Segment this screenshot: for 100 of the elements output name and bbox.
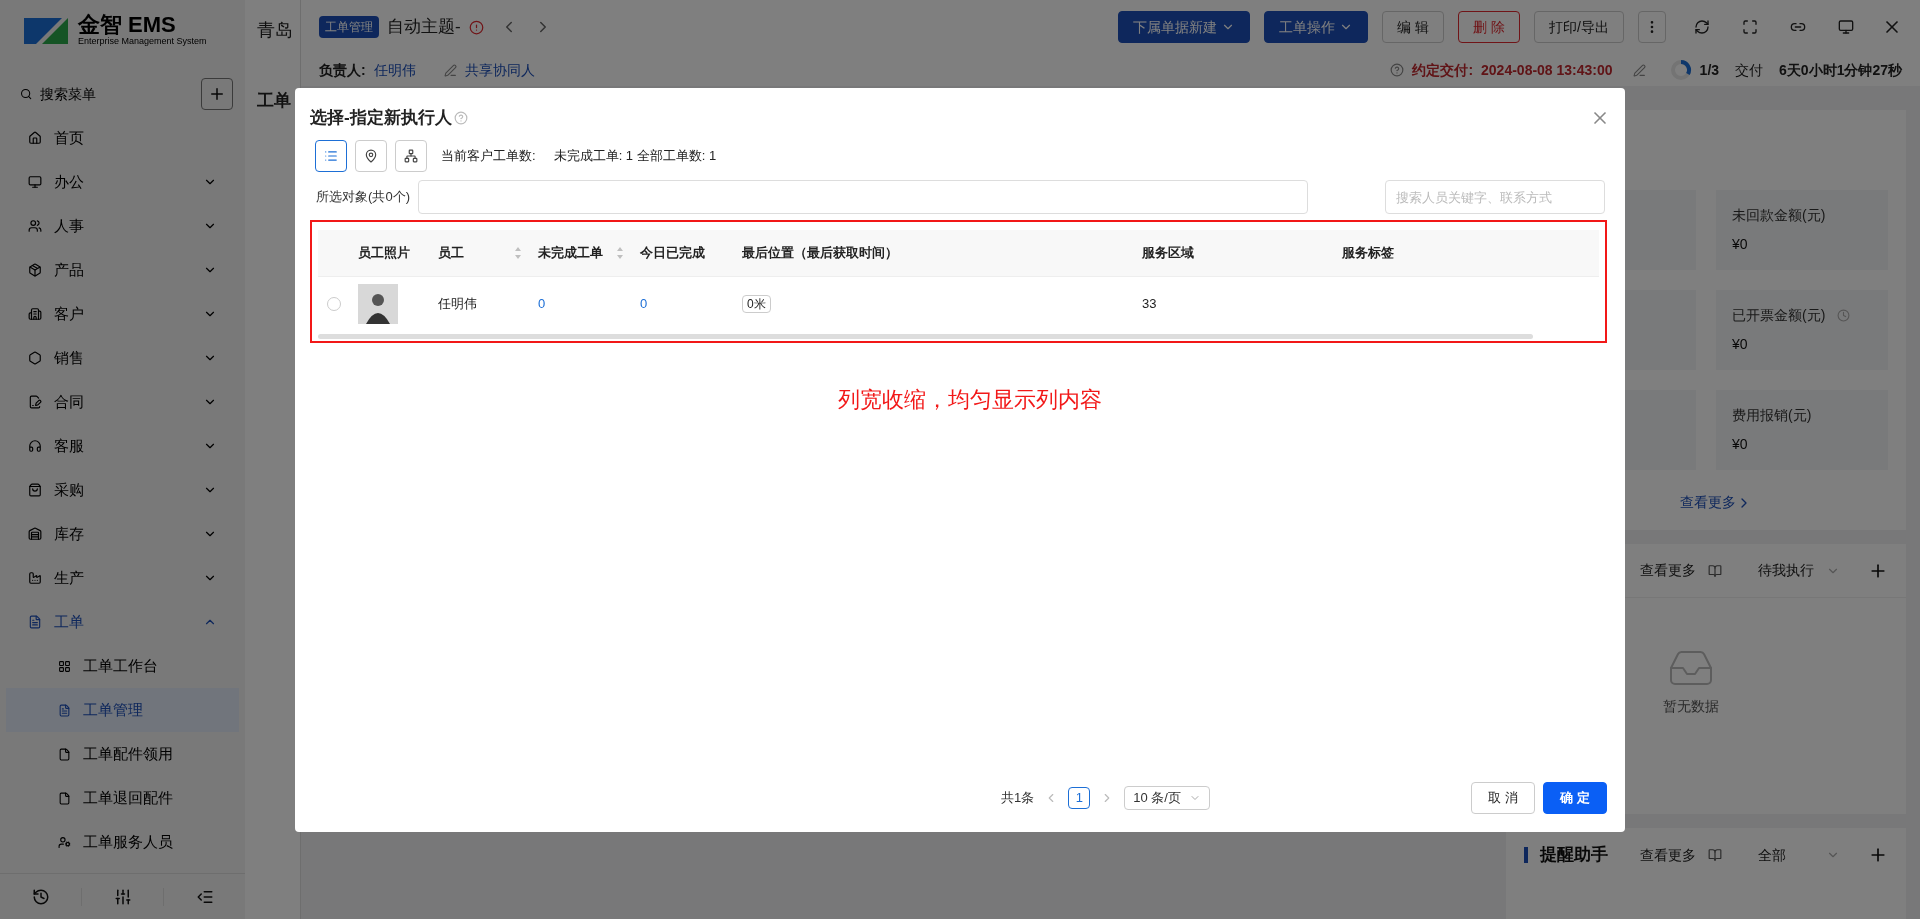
list-icon [324,149,338,163]
add-button[interactable] [201,78,233,110]
selected-field[interactable] [418,180,1308,214]
owner-link[interactable]: 任明伟 [373,59,416,81]
more-link[interactable]: 查看更多 [1640,844,1696,866]
edit-icon [443,63,457,77]
action-button[interactable]: 工单操作 [1264,11,1369,43]
submenu-icon [58,791,71,805]
search-icon [20,87,33,101]
stage-text: 交付 [1735,60,1764,80]
org-chart-icon [404,149,418,163]
progress-ring-icon [1669,59,1692,81]
plus-icon [208,85,226,103]
record-title: 自动主题- [387,16,461,39]
menu-icon [28,219,42,233]
menu-item[interactable]: 合同 [0,380,245,424]
fullscreen-icon[interactable] [1742,19,1758,35]
submenu-item[interactable]: 工单管理 [6,688,239,732]
table-link[interactable]: 0 [530,293,632,314]
history-icon[interactable] [31,887,50,906]
due-date: 2024-08-08 13:43:00 [1481,60,1613,80]
refresh-icon[interactable] [1694,19,1710,35]
action-button[interactable]: 打印/导出 [1534,11,1624,43]
clock-icon [1837,309,1851,322]
empty-text: 暂无数据 [1663,697,1719,716]
menu-icon [28,527,42,541]
submenu-item[interactable]: 工单退回配件 [6,776,239,820]
edit-icon [1632,63,1646,77]
table-cell-text: 任明伟 [437,294,478,313]
submenu-item[interactable]: 工单服务人员 [6,820,239,864]
menu-item[interactable]: 销售 [0,336,245,380]
help-icon [1390,63,1405,77]
alert-icon [468,19,484,35]
dialog-title: 选择-指定新执行人 [310,107,452,130]
menu-item[interactable]: 采购 [0,468,245,512]
table-link[interactable]: 0 [632,293,734,314]
menu-item[interactable]: 人事 [0,204,245,248]
menu-item[interactable]: 库存 [0,512,245,556]
settings-icon[interactable] [113,887,132,906]
stat-value: ¥0 [1732,335,1749,354]
dialog-button[interactable]: 确 定 [1543,782,1607,814]
menu-icon [28,351,42,365]
page-size-select[interactable]: 10 条/页 [1124,786,1210,810]
action-button[interactable]: 下属单据新建 [1118,11,1251,43]
page-title: 工单 [257,90,292,112]
menu-item[interactable]: 办公 [0,160,245,204]
page-button[interactable]: 1 [1068,787,1091,809]
book-icon [1708,848,1722,862]
owner-label: 负责人: [319,60,366,80]
submenu-icon [58,835,71,849]
logo-tagline: Enterprise Management System [78,36,207,48]
filter-select[interactable]: 待我执行 [1758,560,1840,581]
menu-icon [28,395,42,409]
map-pin-icon [364,149,378,163]
table-cell-text: 33 [1141,294,1158,313]
logo-name: 金智 EMS [78,14,177,37]
filter-select[interactable]: 全部 [1758,844,1840,866]
share-link[interactable]: 共享协同人 [464,59,535,81]
view-toggle[interactable] [315,140,347,172]
column-header: 服务标签 [1341,244,1395,263]
book-icon [1708,563,1722,578]
column-header[interactable]: 员工 [430,243,530,263]
search-field[interactable]: 搜索人员关键字、联系方式 [1385,180,1605,214]
horizontal-scrollbar[interactable] [318,334,1533,339]
column-header[interactable]: 未完成工单 [530,243,632,263]
column-header: 员工照片 [357,244,411,263]
menu-item[interactable]: 首页 [0,116,245,160]
monitor-icon[interactable] [1838,19,1854,35]
module-tag: 工单管理 [319,16,379,38]
more-link[interactable]: 查看更多 [1680,492,1752,513]
total-count: 共1条 [1001,789,1035,808]
due-label: 约定交付: [1412,60,1474,80]
distance-tag: 0米 [742,294,771,313]
submenu-item[interactable]: 工单配件领用 [6,732,239,776]
column-header: 服务区域 [1141,244,1195,263]
elapsed-time: 6天0小时1分钟27秒 [1779,60,1902,80]
menu-item[interactable]: 工单 [0,600,245,644]
action-button[interactable]: 删 除 [1458,11,1521,43]
menu-icon [28,439,42,453]
annotation-text: 列宽收缩，均匀显示列内容 [838,386,1102,414]
progress-text: 1/3 [1699,60,1720,80]
submenu-icon [58,747,71,761]
stat-label: 费用报销(元) [1732,406,1812,425]
dialog-button[interactable]: 取 消 [1471,782,1535,814]
menu-icon [28,175,42,189]
menu-item[interactable]: 产品 [0,248,245,292]
more-link[interactable]: 查看更多 [1640,560,1696,581]
submenu-icon [58,659,71,673]
column-header: 最后位置（最后获取时间） [741,244,899,263]
summary-label: 当前客户工单数: [441,147,536,166]
stat-value: ¥0 [1732,435,1749,454]
submenu-icon [58,703,71,717]
search-field[interactable]: 搜索菜单 [40,83,185,105]
action-button[interactable]: 编 辑 [1382,11,1445,43]
menu-item[interactable]: 客户 [0,292,245,336]
menu-item[interactable]: 客服 [0,424,245,468]
company-name: 青岛 [257,19,294,42]
menu-item[interactable]: 生产 [0,556,245,600]
submenu-item[interactable]: 工单工作台 [6,644,239,688]
stat-value: ¥0 [1732,235,1749,254]
